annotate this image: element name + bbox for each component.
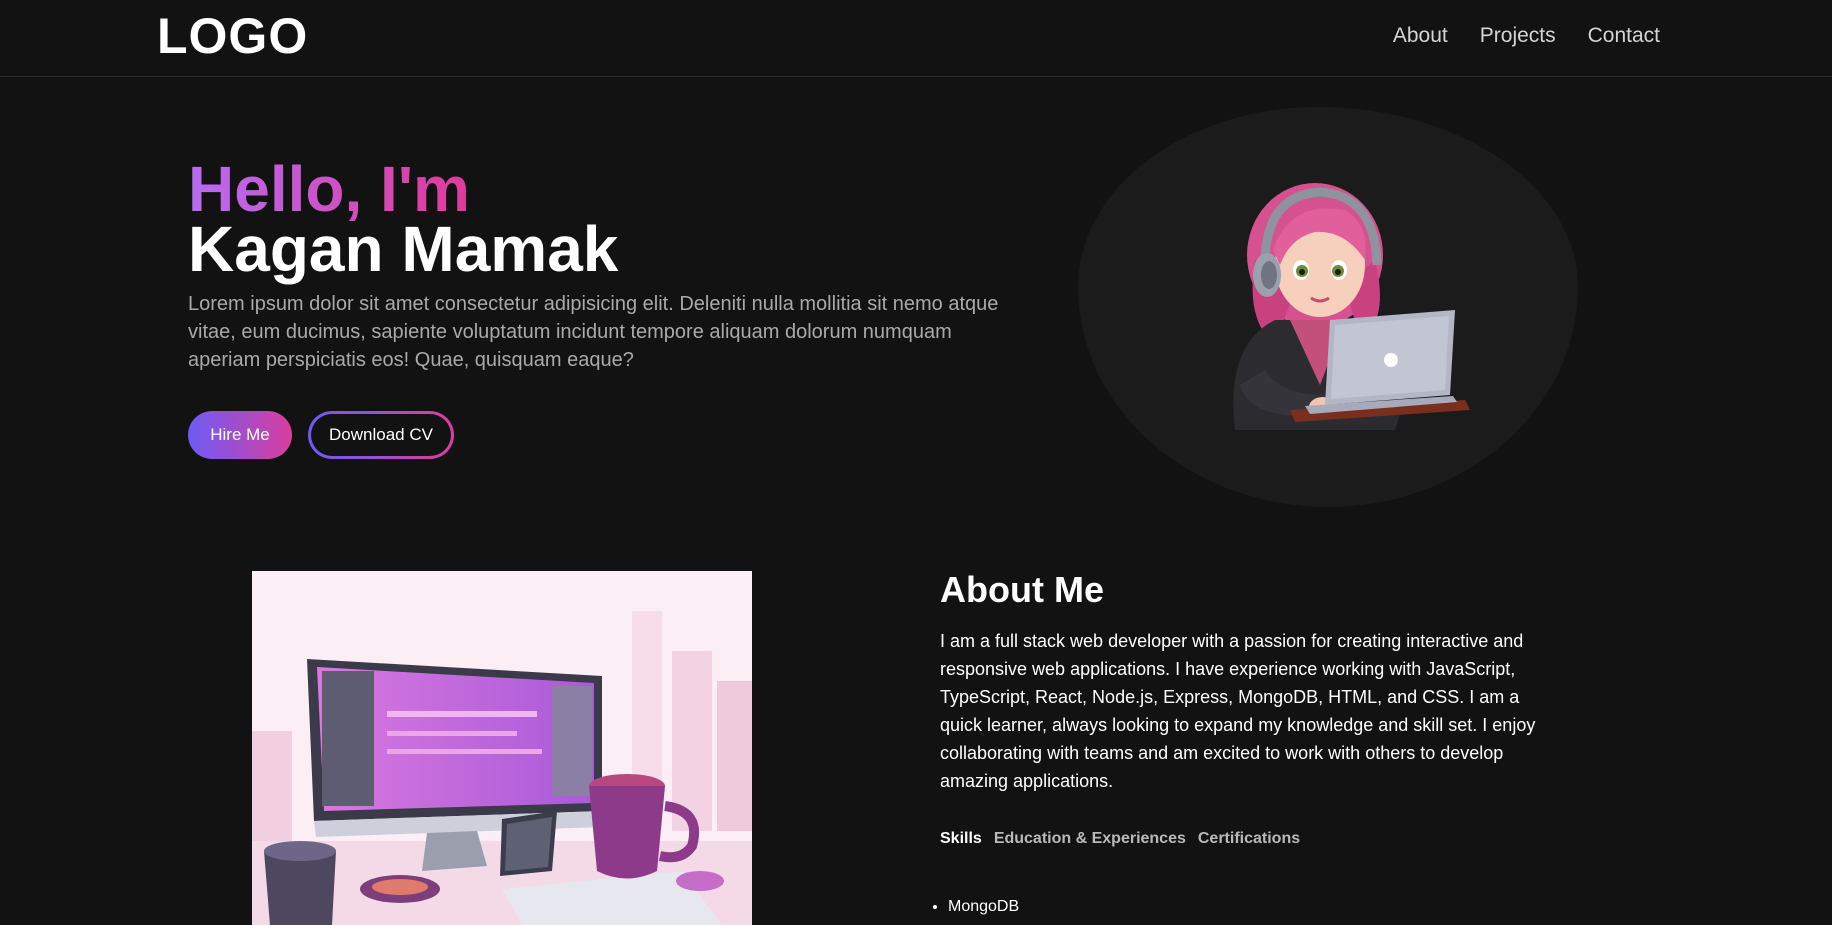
hero-description: Lorem ipsum dolor sit amet consectetur a… [188,293,999,371]
tab-certifications[interactable]: Certifications [1198,828,1300,850]
hero-name: Kagan Mamak [188,213,619,285]
avatar-girl-laptop-icon [1233,183,1470,430]
nav-link-about[interactable]: About [1393,22,1448,50]
workspace-computer-illustration [252,571,752,925]
download-cv-label: Download CV [311,414,451,456]
tab-education-experiences[interactable]: Education & Experiences [994,828,1186,850]
site-header: LOGO About Projects Contact [0,0,1832,77]
hire-me-button[interactable]: Hire Me [188,411,292,459]
main-nav: About Projects Contact [1393,22,1660,50]
nav-link-contact[interactable]: Contact [1588,22,1660,50]
tab-skills[interactable]: Skills [940,828,982,850]
about-tabs: Skills Education & Experiences Certifica… [940,828,1300,850]
logo[interactable]: LOGO [157,8,308,64]
download-cv-button[interactable]: Download CV [308,411,454,459]
about-text: I am a full stack web developer with a p… [940,631,1536,791]
skills-list: MongoDB [933,896,1019,918]
list-item: MongoDB [948,896,1019,918]
about-title: About Me [940,569,1104,610]
nav-link-projects[interactable]: Projects [1480,22,1556,50]
